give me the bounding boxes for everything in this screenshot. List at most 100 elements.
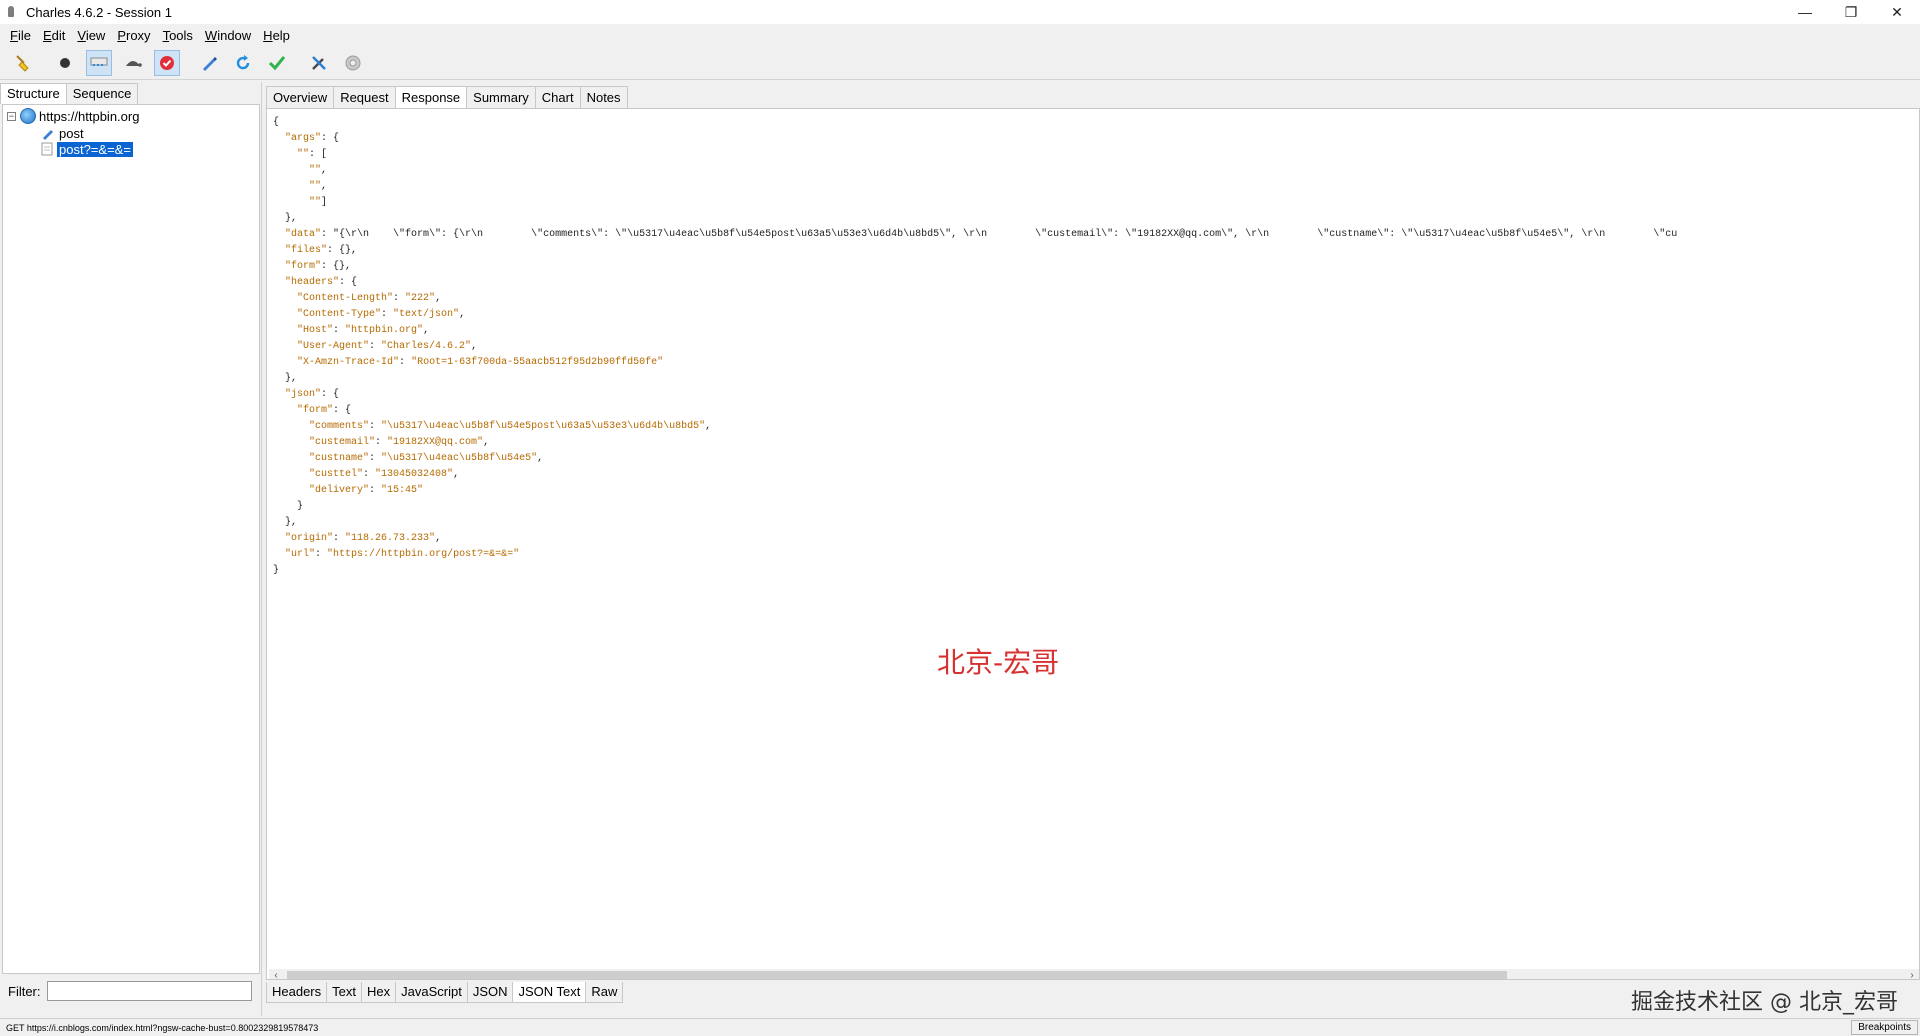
repeat-button[interactable] [230, 50, 256, 76]
status-text: GET https://i.cnblogs.com/index.html?ngs… [6, 1022, 319, 1033]
menu-mnemonic: F [10, 27, 18, 43]
tab-json-text[interactable]: JSON Text [512, 982, 587, 1003]
tab-request[interactable]: Request [333, 86, 396, 108]
settings-icon [345, 55, 361, 70]
throttle-icon [90, 57, 108, 66]
scroll-track[interactable] [283, 970, 1905, 979]
status-bar: GET https://i.cnblogs.com/index.html?ngs… [0, 1018, 1920, 1036]
close-button[interactable]: ✕ [1874, 0, 1920, 24]
menu-label: roxy [126, 27, 151, 43]
tab-javascript[interactable]: JavaScript [395, 982, 468, 1003]
tree-item-host[interactable]: − https://httpbin.org [7, 107, 139, 125]
tab-notes[interactable]: Notes [579, 86, 628, 108]
body-format-tabs: Headers Text Hex JavaScript JSON JSON Te… [266, 982, 624, 1004]
menu-view[interactable]: View [71, 28, 111, 43]
tab-sequence[interactable]: Sequence [65, 83, 139, 104]
menu-edit[interactable]: Edit [37, 28, 71, 43]
tab-structure[interactable]: Structure [0, 83, 67, 104]
json-line: }, [273, 213, 298, 224]
menu-tools[interactable]: Tools [157, 28, 199, 43]
corner-watermark: 掘金技术社区 @ 北京_宏哥 [1631, 990, 1898, 1015]
turtle-icon [126, 60, 142, 67]
tree-item-label: post?=&=&= [57, 141, 133, 157]
menu-label: iew [85, 27, 106, 43]
tab-headers[interactable]: Headers [266, 982, 328, 1003]
json-line: "data": "{\r\n \"form\": {\r\n \"comment… [285, 229, 1678, 240]
json-line: "X-Amzn-Trace-Id": "Root=1-63f700da-55aa… [297, 357, 664, 368]
json-line: { [273, 117, 280, 128]
menu-help[interactable]: Help [257, 28, 296, 43]
menu-proxy[interactable]: Proxy [111, 28, 156, 43]
clear-session-button[interactable] [10, 50, 36, 76]
detail-tabs: Overview Request Response Summary Chart … [266, 82, 628, 108]
json-line: "": [ [297, 149, 328, 160]
tab-summary[interactable]: Summary [466, 86, 536, 108]
json-line: ""] [309, 197, 328, 208]
tab-overview[interactable]: Overview [266, 86, 335, 108]
compose-icon [203, 56, 217, 71]
menu-window[interactable]: Window [199, 28, 257, 43]
json-line: } [273, 565, 280, 576]
json-line: "json": { [285, 389, 340, 400]
settings-button[interactable] [340, 50, 366, 76]
view-mode-tabs: Structure Sequence [0, 82, 261, 104]
json-line: "custemail": "19182XX@qq.com", [309, 437, 490, 448]
json-line: "form": { [297, 405, 352, 416]
document-icon [41, 142, 53, 156]
response-body[interactable]: { "args": { "": [ "", "", ""] }, "data":… [266, 108, 1920, 980]
tab-json[interactable]: JSON [466, 982, 514, 1003]
json-line: "comments": "\u5317\u4eac\u5b8f\u54e5pos… [309, 421, 712, 432]
scroll-left-icon[interactable]: ‹ [269, 969, 283, 980]
breakpoints-button[interactable] [154, 49, 180, 76]
tools-button[interactable] [306, 50, 332, 76]
detail-panel: Overview Request Response Summary Chart … [264, 82, 1920, 1016]
horizontal-scrollbar[interactable]: ‹ › [269, 969, 1919, 980]
center-watermark: 北京-宏哥 [937, 646, 1060, 679]
tree-item-post-query[interactable]: post?=&=&= [41, 140, 133, 158]
broom-icon [16, 54, 29, 72]
menu-mnemonic: V [77, 27, 86, 43]
tab-raw[interactable]: Raw [585, 982, 624, 1003]
json-line: "args": { [285, 133, 340, 144]
collapse-icon[interactable]: − [7, 111, 16, 121]
compose-button[interactable] [196, 50, 222, 76]
validate-icon [268, 55, 286, 70]
json-line: "url": "https://httpbin.org/post?=&=&=" [285, 549, 520, 560]
menu-file[interactable]: File [4, 28, 37, 43]
tab-text[interactable]: Text [326, 982, 362, 1003]
host-label: https://httpbin.org [39, 108, 140, 124]
record-button[interactable] [52, 50, 78, 76]
filter-input[interactable] [46, 981, 252, 1001]
menu-mnemonic: H [263, 27, 273, 43]
menu-label: elp [272, 27, 290, 43]
json-line: }, [273, 517, 298, 528]
breakpoints-status-button[interactable]: Breakpoints [1851, 1020, 1918, 1035]
tools-icon [312, 55, 326, 70]
scroll-right-icon[interactable]: › [1905, 969, 1919, 980]
restore-button[interactable]: ❐ [1828, 0, 1874, 24]
scroll-thumb[interactable] [287, 971, 1507, 979]
throttle-button[interactable] [86, 49, 112, 76]
json-line: } [273, 501, 304, 512]
validate-button[interactable] [264, 50, 290, 76]
title-bar: Charles 4.6.2 - Session 1 — ❐ ✕ [0, 0, 1920, 24]
tab-chart[interactable]: Chart [534, 86, 581, 108]
json-text-view[interactable]: { "args": { "": [ "", "", ""] }, "data":… [273, 115, 1913, 955]
record-icon [60, 57, 70, 68]
json-line: "custtel": "13045032408", [309, 469, 460, 480]
minimize-button[interactable]: — [1782, 0, 1828, 24]
turtle-button[interactable] [120, 50, 146, 76]
structure-tree: − https://httpbin.org post post?=&=&= [2, 104, 260, 974]
json-line: "delivery": "15:45" [309, 485, 424, 496]
json-line: "", [309, 181, 328, 192]
toolbar [0, 46, 1920, 80]
session-panel: Structure Sequence − https://httpbin.org… [0, 82, 262, 1016]
json-line: "origin": "118.26.73.233", [285, 533, 442, 544]
json-line: }, [273, 373, 298, 384]
globe-icon [20, 108, 36, 124]
tab-response[interactable]: Response [394, 86, 468, 108]
menu-label: dit [51, 27, 66, 43]
menu-bar: File Edit View Proxy Tools Window Help [0, 24, 1920, 46]
repeat-icon [236, 54, 250, 69]
tab-hex[interactable]: Hex [360, 982, 397, 1003]
